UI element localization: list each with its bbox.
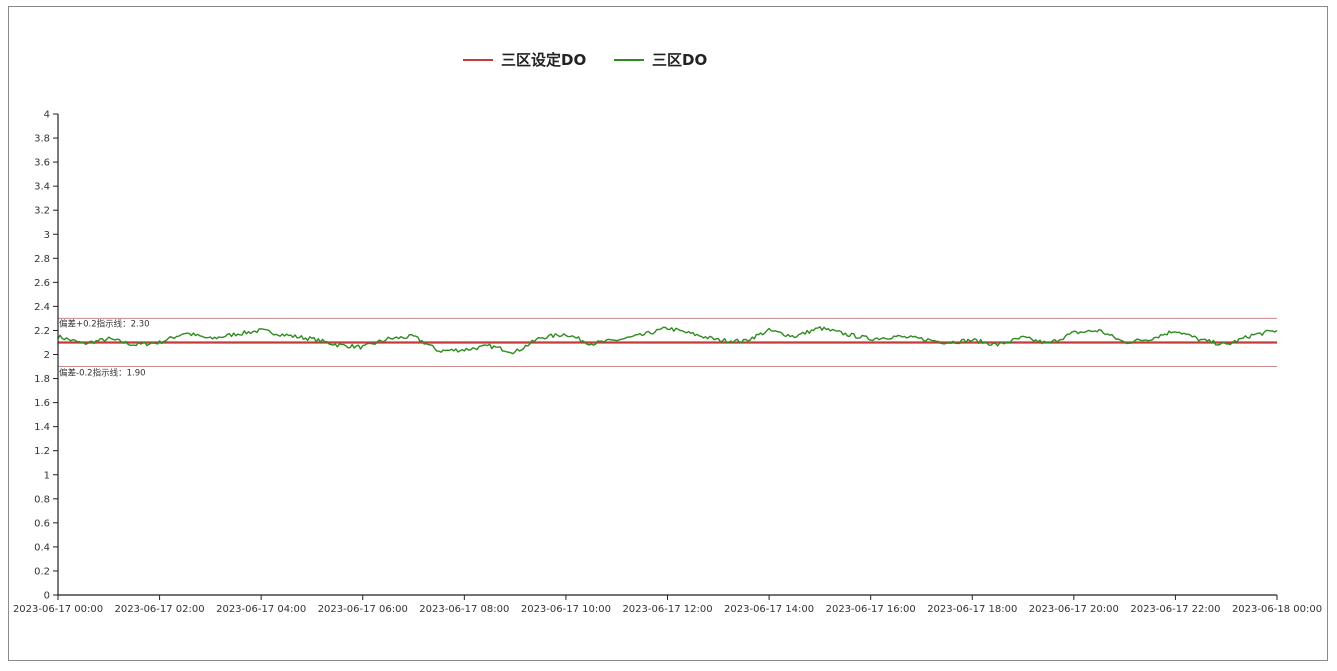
x-tick-label: 2023-06-18 00:00 <box>1232 604 1322 615</box>
y-tick-label: 2.6 <box>34 278 50 289</box>
legend-label-setpoint: 三区设定DO <box>501 51 586 69</box>
x-tick-label: 2023-06-17 22:00 <box>1130 604 1220 615</box>
x-tick-label: 2023-06-17 00:00 <box>13 604 103 615</box>
y-tick-label: 1.2 <box>34 446 50 457</box>
y-tick-label: 0.6 <box>34 518 50 529</box>
y-tick-label: 2.4 <box>34 302 50 313</box>
x-tick-label: 2023-06-17 02:00 <box>115 604 205 615</box>
y-tick-label: 3.8 <box>34 134 50 145</box>
x-tick-label: 2023-06-17 06:00 <box>318 604 408 615</box>
reference-label-upper: 偏差+0.2指示线：2.30 <box>59 318 150 329</box>
x-tick-label: 2023-06-17 16:00 <box>826 604 916 615</box>
y-tick-label: 2.2 <box>34 326 50 337</box>
x-tick-label: 2023-06-17 12:00 <box>622 604 712 615</box>
y-tick-label: 0.2 <box>34 566 50 577</box>
y-tick-label: 1 <box>44 470 50 481</box>
y-tick-label: 4 <box>44 110 50 121</box>
reference-lines: 偏差+0.2指示线：2.30 偏差-0.2指示线：1.90 <box>58 317 1277 379</box>
y-tick-label: 2 <box>44 350 50 361</box>
line-chart: 三区设定DO 三区DO 偏差+0.2指示线：2.30 偏差-0.2指示线：1.9… <box>13 51 1322 616</box>
y-tick-label: 0 <box>44 591 50 602</box>
legend: 三区设定DO 三区DO <box>463 51 707 69</box>
y-tick-label: 3 <box>44 230 50 241</box>
reference-label-lower: 偏差-0.2指示线：1.90 <box>59 368 146 379</box>
y-tick-label: 3.6 <box>34 158 50 169</box>
x-tick-label: 2023-06-17 14:00 <box>724 604 814 615</box>
y-tick-label: 3.2 <box>34 206 50 217</box>
axes: 0 0.2 0.4 0.6 0.8 1 1.2 1.4 1.6 1.8 2 2.2 2.4 2.6 2.8 3… <box>13 110 1322 616</box>
x-tick-label: 2023-06-17 10:00 <box>521 604 611 615</box>
y-tick-label: 0.4 <box>34 542 50 553</box>
y-tick-label: 1.4 <box>34 422 50 433</box>
y-tick-label: 1.6 <box>34 398 50 409</box>
x-tick-label: 2023-06-17 20:00 <box>1029 604 1119 615</box>
legend-item-do[interactable]: 三区DO <box>614 51 707 69</box>
x-tick-label: 2023-06-17 08:00 <box>419 604 509 615</box>
y-tick-label: 0.8 <box>34 494 50 505</box>
x-tick-label: 2023-06-17 04:00 <box>216 604 306 615</box>
legend-label-do: 三区DO <box>652 51 707 69</box>
y-tick-label: 3.4 <box>34 182 50 193</box>
series-layer <box>57 326 1278 355</box>
series-line-do <box>57 326 1278 355</box>
y-tick-label: 1.8 <box>34 374 50 385</box>
x-tick-label: 2023-06-17 18:00 <box>927 604 1017 615</box>
legend-item-setpoint[interactable]: 三区设定DO <box>463 51 586 69</box>
y-tick-label: 2.8 <box>34 254 50 265</box>
